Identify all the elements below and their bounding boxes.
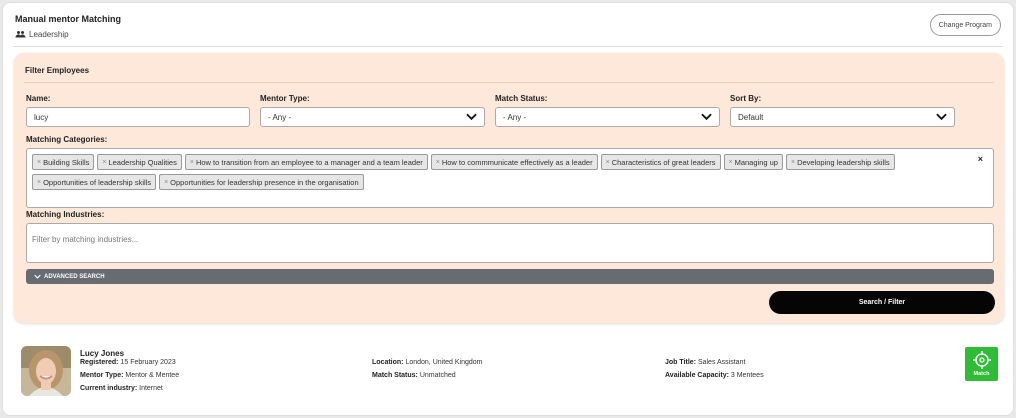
category-tags: × Building Skills × Leadership Qualities × Ho… xyxy=(32,154,962,190)
match-status-label: Match Status: xyxy=(495,94,548,103)
mentor-type-label: Mentor Type: xyxy=(260,94,310,103)
mentor-name: Lucy Jones xyxy=(80,349,125,358)
capacity-value: 3 Mentees xyxy=(730,372,764,379)
category-tag-label: How to commmunicate effectively as a lea… xyxy=(441,157,593,167)
job-title-label: Job Title: xyxy=(665,359,696,366)
category-tag[interactable]: × Leadership Qualities xyxy=(97,154,182,170)
mentor-type-field: Mentor Type: Mentor & Mentee xyxy=(80,372,179,379)
sort-by-value: Default xyxy=(738,112,764,122)
registered-field: Registered: 15 February 2023 xyxy=(80,359,176,366)
header-divider xyxy=(13,46,1003,47)
name-input[interactable]: lucy xyxy=(26,107,250,127)
filter-title: Filter Employees xyxy=(25,66,90,75)
sort-by-label: Sort By: xyxy=(730,94,762,103)
location-value: London, United Kingdom xyxy=(405,359,483,366)
category-tag[interactable]: × How to transition from an employee to a… xyxy=(184,154,428,170)
match-status-value: - Any - xyxy=(503,112,527,122)
remove-tag-icon[interactable]: × xyxy=(190,159,194,166)
industries-label: Matching Industries: xyxy=(26,210,105,219)
result-match-status-field: Match Status: Unmatched xyxy=(372,372,456,379)
remove-tag-icon[interactable]: × xyxy=(606,159,610,166)
industry-label: Current industry: xyxy=(80,385,138,392)
page-header: Manual mentor Matching Leadership xyxy=(15,14,121,39)
category-tag-label: Developing leadership skills xyxy=(797,157,890,167)
remove-tag-icon[interactable]: × xyxy=(164,179,168,186)
remove-tag-icon[interactable]: × xyxy=(791,159,795,166)
match-status-select[interactable]: - Any - xyxy=(495,107,720,127)
categories-tag-input[interactable]: × Building Skills × Leadership Qualities × Ho… xyxy=(26,148,994,208)
capacity-label: Available Capacity: xyxy=(665,372,729,379)
filter-panel: Filter Employees Name: lucy Mentor Type:… xyxy=(14,53,1004,323)
category-tag[interactable]: × Opportunities of leadership skills xyxy=(32,174,157,190)
industries-input[interactable]: Filter by matching industries... xyxy=(26,223,994,263)
registered-value: 15 February 2023 xyxy=(120,359,176,366)
industry-field: Current industry: Internet xyxy=(80,385,163,392)
clear-categories-icon[interactable]: × xyxy=(978,154,983,164)
category-tag-label: Opportunities of leadership skills xyxy=(43,177,152,187)
chevron-down-icon xyxy=(701,113,712,121)
mentor-type-value: - Any - xyxy=(268,112,292,122)
advanced-search-toggle[interactable]: ADVANCED SEARCH xyxy=(26,269,994,284)
users-icon xyxy=(15,31,26,38)
remove-tag-icon[interactable]: × xyxy=(37,179,41,186)
sort-by-select[interactable]: Default xyxy=(730,107,955,127)
category-tag-label: Managing up xyxy=(734,157,778,167)
remove-tag-icon[interactable]: × xyxy=(436,159,440,166)
category-tag-label: Opportunities for leadership presence in… xyxy=(170,177,359,187)
category-tag[interactable]: × Managing up xyxy=(723,154,783,170)
program-label: Leadership xyxy=(15,30,121,39)
name-label: Name: xyxy=(26,94,51,103)
program-name: Leadership xyxy=(29,30,69,39)
category-tag[interactable]: × Opportunities for leadership presence i… xyxy=(159,174,364,190)
match-label: Match xyxy=(973,371,990,377)
category-tag[interactable]: × Characteristics of great leaders xyxy=(600,154,721,170)
job-title-value: Sales Assistant xyxy=(697,359,746,366)
advanced-search-label: ADVANCED SEARCH xyxy=(44,273,105,280)
result-mentor-type-value: Mentor & Mentee xyxy=(125,372,180,379)
search-filter-button[interactable]: Search / Filter xyxy=(769,291,995,314)
category-tag[interactable]: × Building Skills xyxy=(32,154,95,170)
industry-value: Internet xyxy=(139,385,163,392)
remove-tag-icon[interactable]: × xyxy=(102,159,106,166)
location-label: Location: xyxy=(372,359,404,366)
result-mentor-type-label: Mentor Type: xyxy=(80,372,124,379)
mentor-type-select[interactable]: - Any - xyxy=(260,107,485,127)
crosshair-icon xyxy=(972,351,991,369)
capacity-field: Available Capacity: 3 Mentees xyxy=(665,372,764,379)
change-program-button[interactable]: Change Program xyxy=(929,14,1001,36)
registered-label: Registered: xyxy=(80,359,119,366)
category-tag-label: How to transition from an employee to a … xyxy=(195,157,423,167)
category-tag-label: Leadership Qualities xyxy=(108,157,177,167)
chevron-down-icon xyxy=(34,274,41,279)
category-tag[interactable]: × Developing leadership skills xyxy=(785,154,895,170)
category-tag-label: Characteristics of great leaders xyxy=(611,157,716,167)
match-button[interactable]: Match xyxy=(965,347,998,381)
categories-label: Matching Categories: xyxy=(26,135,108,144)
page-title: Manual mentor Matching xyxy=(15,14,122,24)
matching-card: Manual mentor Matching Leadership Change… xyxy=(2,2,1014,416)
result-match-status-value: Unmatched xyxy=(419,372,456,379)
location-field: Location: London, United Kingdom xyxy=(372,359,483,366)
avatar xyxy=(21,346,71,396)
result-match-status-label: Match Status: xyxy=(372,372,418,379)
chevron-down-icon xyxy=(466,113,477,121)
chevron-down-icon xyxy=(936,113,947,121)
remove-tag-icon[interactable]: × xyxy=(729,159,733,166)
category-tag-label: Building Skills xyxy=(43,157,90,167)
job-title-field: Job Title: Sales Assistant xyxy=(665,359,745,366)
category-tag[interactable]: × How to commmunicate effectively as a le… xyxy=(430,154,598,170)
filter-divider xyxy=(24,82,994,83)
remove-tag-icon[interactable]: × xyxy=(37,159,41,166)
